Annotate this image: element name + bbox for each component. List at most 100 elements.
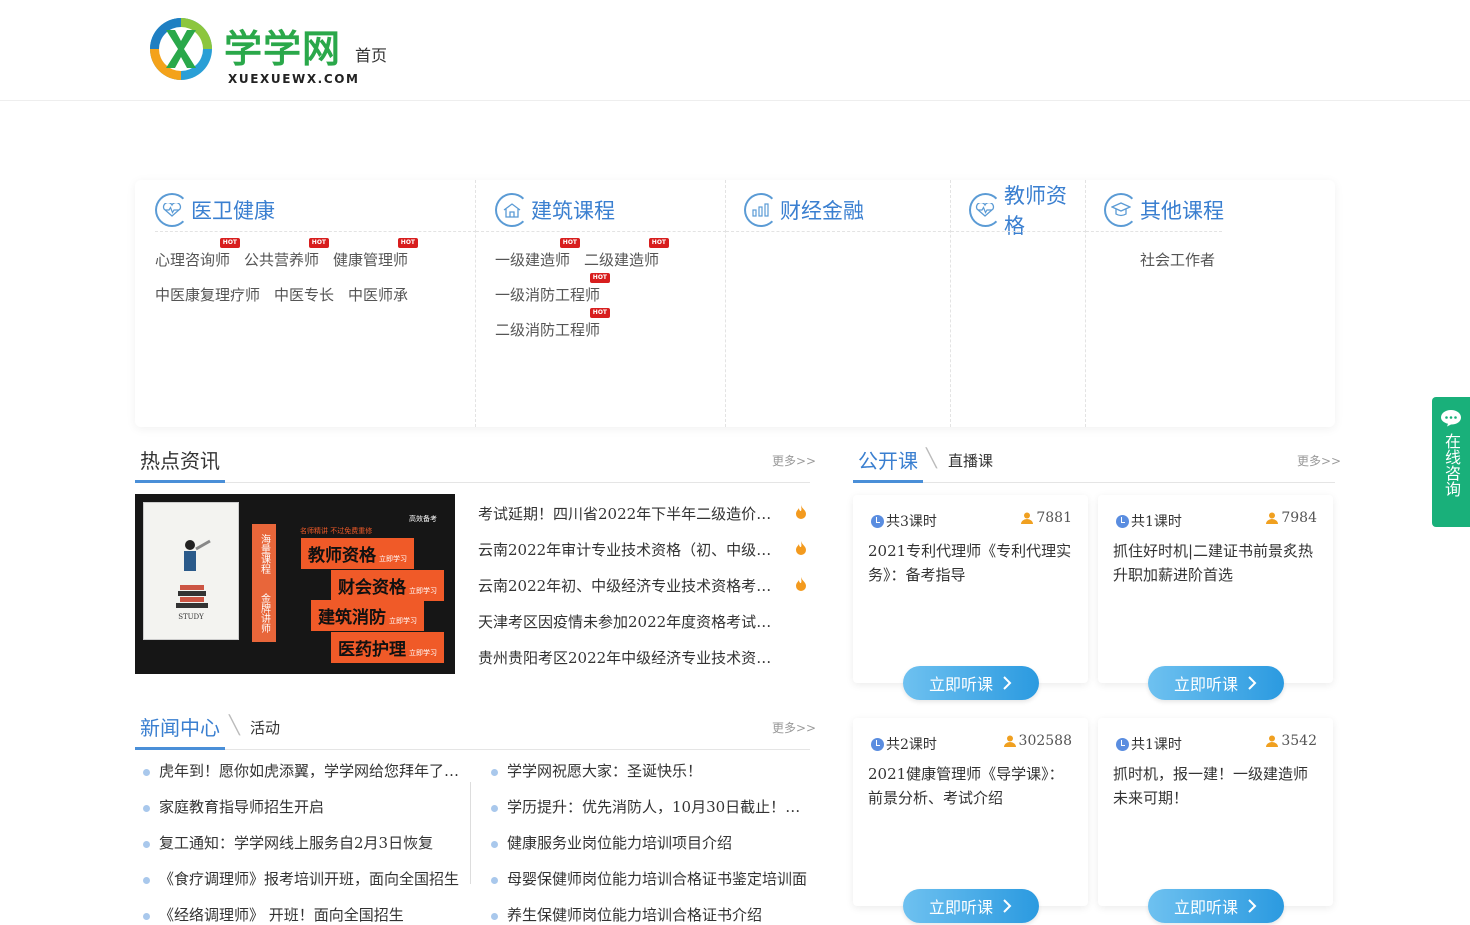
category-medical-head[interactable]: 医卫健康 — [155, 188, 275, 232]
bullet-dot — [491, 768, 498, 776]
news-list-item[interactable]: 虎年到！愿你如虎添翼，学学网给您拜年了！！ — [143, 760, 461, 781]
listen-now-button[interactable]: 立即听课 — [1148, 889, 1284, 923]
hot-badge: HOT — [219, 238, 241, 248]
news-list-item[interactable]: 《经络调理师》 开班！面向全国招生 — [143, 904, 461, 925]
clock-icon — [1116, 737, 1129, 751]
category-item[interactable]: 健康管理师 HOT — [333, 238, 419, 270]
news-list-item[interactable]: 母婴保健师岗位能力培训合格证书鉴定培训面 — [491, 868, 809, 889]
news-list-item[interactable]: 学历提升：优先消防人，10月30日截止！为消防 — [491, 796, 809, 817]
hot-badge: HOT — [589, 273, 611, 283]
category-teacher-head[interactable]: 教师资格 — [969, 184, 1085, 238]
course-card[interactable]: 共2课时 302588 2021健康管理师《导学课》：前景分析、考试介绍 立即听… — [853, 718, 1088, 923]
bullet-dot — [143, 840, 150, 848]
banner-side-text: 海量课程 — [258, 533, 270, 574]
hotnews-item[interactable]: 天津考区因疫情未参加2022年度资格考试可申 — [478, 611, 780, 632]
banner-tag: 医药护理 立即学习 — [331, 632, 444, 663]
tab-activity[interactable]: 活动 — [250, 717, 280, 738]
listen-now-button[interactable]: 立即听课 — [903, 666, 1039, 700]
tab-live-course[interactable]: 直播课 — [948, 450, 993, 471]
category-item[interactable]: 一级建造师 HOT — [495, 238, 581, 270]
tab-news-center[interactable]: 新闻中心 — [140, 712, 220, 741]
course-title[interactable]: 抓住好时机|二建证书前景炙热升职加薪进阶首选 — [1113, 539, 1318, 587]
category-item[interactable]: 中医专长 — [274, 284, 334, 305]
bullet-dot — [143, 876, 150, 884]
tab-separator: ╲ — [926, 448, 937, 469]
course-hours: 共1课时 — [1116, 511, 1182, 531]
course-card[interactable]: 共1课时 3542 抓时机，报一建！一级建造师未来可期！ 立即听课 — [1098, 718, 1333, 923]
clock-icon — [871, 514, 884, 528]
nav-home-link[interactable]: 首页 — [355, 42, 387, 66]
bullet-dot — [491, 876, 498, 884]
hotnews-item[interactable]: 云南2022年初、中级经济专业技术资格考试成 — [478, 575, 780, 596]
category-item[interactable]: 心理咨询师 HOT — [155, 238, 241, 270]
hotnews-item[interactable]: 云南2022年审计专业技术资格（初、中级）考试 — [478, 539, 780, 560]
tab-underline — [853, 480, 923, 483]
news-list-item[interactable]: 健康服务业岗位能力培训项目介绍 — [491, 832, 809, 853]
news-list-item[interactable]: 《食疗调理师》报考培训开班，面向全国招生 — [143, 868, 461, 889]
bullet-dot — [491, 912, 498, 920]
clock-icon — [1116, 514, 1129, 528]
category-item[interactable]: 公共营养师 HOT — [244, 238, 330, 270]
tab-open-course[interactable]: 公开课 — [858, 445, 918, 474]
header: 学学网 XUEXUEWX.COM 首页 — [0, 0, 1470, 101]
banner-poster-image: STUDY — [143, 502, 239, 640]
banner-top-note: 名师精讲 不过免费重修 — [300, 527, 373, 535]
hotnews-item[interactable]: 贵州贵阳考区2022年中级经济专业技术资格考 — [478, 647, 780, 668]
building-icon — [495, 193, 529, 227]
hotnews-more-link[interactable]: 更多>> — [772, 452, 816, 469]
tab-separator: ╲ — [229, 715, 240, 736]
chevron-right-icon — [1003, 676, 1012, 690]
category-panel: 医卫健康 心理咨询师 HOT 公共营养师 HOT 健康管理师 HOT 中医康复理疗师 … — [135, 180, 1335, 427]
site-logo[interactable]: 学学网 XUEXUEWX.COM — [148, 16, 358, 88]
category-item[interactable]: 二级消防工程师 HOT — [495, 308, 611, 340]
bullet-dot — [143, 804, 150, 812]
column-divider — [470, 782, 471, 884]
news-list-item[interactable]: 学学网祝愿大家：圣诞快乐！ — [491, 760, 809, 781]
course-title[interactable]: 2021健康管理师《导学课》：前景分析、考试介绍 — [868, 762, 1073, 810]
bullet-dot — [143, 768, 150, 776]
banner-right-note: 高效备考 — [409, 515, 437, 523]
listen-now-button[interactable]: 立即听课 — [903, 889, 1039, 923]
course-card[interactable]: 共1课时 7984 抓住好时机|二建证书前景炙热升职加薪进阶首选 立即听课 — [1098, 495, 1333, 700]
news-list-item[interactable]: 复工通知：学学网线上服务自2月3日恢复 — [143, 832, 461, 853]
divider — [135, 749, 810, 750]
course-card[interactable]: 共3课时 7881 2021专利代理师《专利代理实务》：备考指导 立即听课 — [853, 495, 1088, 700]
category-other-head[interactable]: 其他课程 — [1104, 188, 1224, 232]
divider — [1086, 231, 1222, 232]
heart-icon — [969, 193, 1002, 227]
category-title: 医卫健康 — [191, 199, 275, 223]
hot-badge: HOT — [559, 238, 581, 248]
chevron-right-icon — [1248, 676, 1257, 690]
category-item[interactable]: 二级建造师 HOT — [584, 238, 670, 270]
category-construction-head[interactable]: 建筑课程 — [495, 188, 615, 232]
news-center-more-link[interactable]: 更多>> — [772, 719, 816, 736]
news-list-item[interactable]: 养生保健师岗位能力培训合格证书介绍 — [491, 904, 809, 925]
hotnews-title[interactable]: 热点资讯 — [140, 445, 220, 474]
category-item[interactable]: 一级消防工程师 HOT — [495, 273, 611, 305]
online-consult-button[interactable]: 在线咨询 — [1432, 397, 1470, 527]
category-teacher: 教师资格 — [951, 180, 1086, 427]
banner-tag: 财会资格 立即学习 — [331, 570, 444, 601]
banner-tag: 教师资格 立即学习 — [301, 538, 414, 569]
course-title[interactable]: 2021专利代理师《专利代理实务》：备考指导 — [868, 539, 1073, 587]
promo-banner[interactable]: STUDY 海量课程 金牌讲师 名师精讲 不过免费重修 高效备考 教师资格 立即学… — [135, 494, 455, 674]
news-list-item[interactable]: 家庭教育指导师招生开启 — [143, 796, 461, 817]
category-construction: 建筑课程 一级建造师 HOT 二级建造师 HOT 一级消防工程师 HOT 二级消防工程… — [476, 180, 726, 427]
divider — [135, 482, 810, 483]
listen-now-button[interactable]: 立即听课 — [1148, 666, 1284, 700]
category-item[interactable]: 中医康复理疗师 — [155, 284, 260, 305]
category-item[interactable]: 社会工作者 — [1140, 249, 1215, 270]
category-item[interactable]: 中医师承 — [348, 284, 408, 305]
divider — [853, 482, 1335, 483]
clock-icon — [871, 737, 884, 751]
person-icon — [1003, 735, 1016, 747]
hotnews-item[interactable]: 考试延期！四川省2022年下半年二级造价工程师 — [478, 503, 780, 524]
divider — [726, 231, 951, 232]
course-title[interactable]: 抓时机，报一建！一级建造师未来可期！ — [1113, 762, 1318, 810]
banner-side-text: 金牌讲师 — [258, 592, 270, 633]
category-finance: 财经金融 — [726, 180, 951, 427]
bullet-dot — [491, 804, 498, 812]
open-course-more-link[interactable]: 更多>> — [1297, 452, 1341, 469]
course-hours: 共1课时 — [1116, 734, 1182, 754]
category-finance-head[interactable]: 财经金融 — [744, 188, 864, 232]
